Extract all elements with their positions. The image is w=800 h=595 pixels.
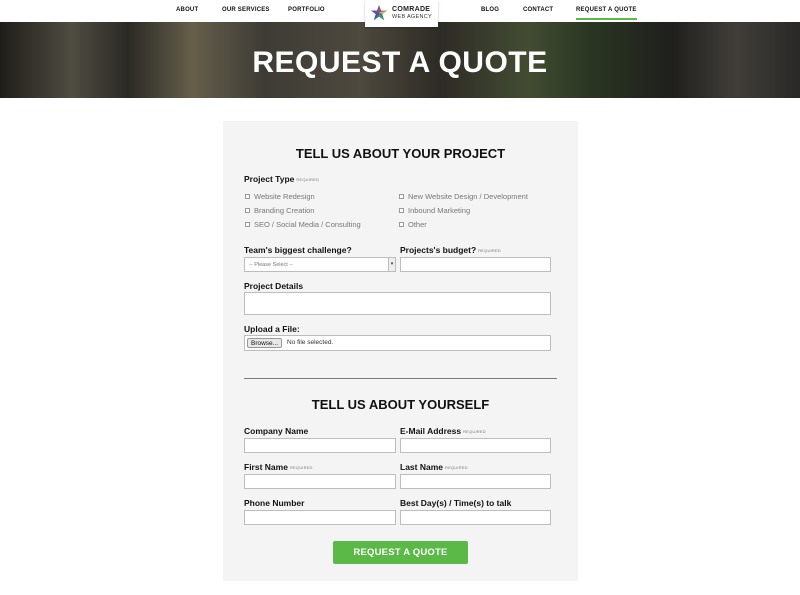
challenge-selected-value: -- Please Select --	[249, 262, 294, 268]
last-name-label: Last Name REQUIRED	[400, 462, 468, 472]
nav-our-services[interactable]: OUR SERVICES	[222, 7, 270, 13]
first-name-label-text: First Name	[244, 462, 288, 472]
email-label-text: E-Mail Address	[400, 426, 462, 436]
email-label: E-Mail Address REQUIRED	[400, 426, 486, 436]
checkbox-label: Other	[408, 220, 427, 229]
nav-portfolio[interactable]: PORTFOLIO	[288, 7, 325, 13]
last-name-label-text: Last Name	[400, 462, 443, 472]
budget-label: Projects's budget? REQUIRED	[400, 245, 501, 255]
required-tag: REQUIRED	[445, 465, 468, 471]
checkbox-label: SEO / Social Media / Consulting	[254, 220, 361, 229]
section-divider	[244, 378, 557, 379]
checkbox-label: Branding Creation	[254, 206, 315, 215]
file-upload-field[interactable]: Browse... No file selected.	[244, 335, 551, 351]
last-name-input[interactable]	[400, 474, 551, 489]
star-logo-icon	[371, 5, 387, 21]
request-quote-button[interactable]: REQUEST A QUOTE	[333, 541, 468, 564]
file-status: No file selected.	[287, 339, 334, 346]
nav-about[interactable]: ABOUT	[176, 7, 198, 13]
budget-label-text: Projects's budget?	[400, 245, 477, 255]
dropdown-arrow-icon[interactable]: ▾	[388, 258, 395, 271]
project-details-label: Project Details	[244, 281, 304, 291]
quote-form: TELL US ABOUT YOUR PROJECT Project Type R…	[223, 121, 578, 581]
project-details-textarea[interactable]	[244, 292, 551, 315]
best-time-input[interactable]	[400, 510, 551, 525]
email-input[interactable]	[400, 438, 551, 453]
checkbox-box[interactable]	[245, 222, 250, 227]
phone-label: Phone Number	[244, 498, 305, 508]
nav-request-a-quote[interactable]: REQUEST A QUOTE	[576, 7, 637, 20]
required-tag: REQUIRED	[463, 429, 486, 435]
checkbox-other[interactable]: Other	[399, 220, 427, 229]
first-name-label: First Name REQUIRED	[244, 462, 313, 472]
budget-input[interactable]	[400, 257, 551, 272]
checkbox-website-redesign[interactable]: Website Redesign	[245, 192, 315, 201]
first-name-input[interactable]	[244, 474, 396, 489]
nav-blog[interactable]: BLOG	[481, 7, 499, 13]
checkbox-label: New Website Design / Development	[408, 192, 528, 201]
required-tag: REQUIRED	[478, 248, 501, 254]
checkbox-box[interactable]	[245, 208, 250, 213]
checkbox-new-website[interactable]: New Website Design / Development	[399, 192, 528, 201]
nav-contact[interactable]: CONTACT	[523, 7, 553, 13]
checkbox-box[interactable]	[399, 222, 404, 227]
logo[interactable]: COMRADE WEB AGENCY	[365, 0, 438, 27]
browse-button[interactable]: Browse...	[247, 338, 283, 348]
upload-label: Upload a File:	[244, 324, 300, 334]
required-tag: REQUIRED	[289, 465, 313, 471]
checkbox-box[interactable]	[245, 194, 250, 199]
required-tag: REQUIRED	[296, 177, 320, 183]
checkbox-inbound-marketing[interactable]: Inbound Marketing	[399, 206, 470, 215]
challenge-label: Team's biggest challenge?	[244, 245, 352, 255]
page-title: REQUEST A QUOTE	[252, 46, 548, 79]
hero-banner: REQUEST A QUOTE	[0, 22, 800, 98]
checkbox-branding[interactable]: Branding Creation	[245, 206, 314, 215]
checkbox-seo[interactable]: SEO / Social Media / Consulting	[245, 220, 361, 229]
best-time-label: Best Day(s) / Time(s) to talk	[400, 498, 512, 508]
project-type-label-text: Project Type	[244, 174, 295, 184]
checkbox-box[interactable]	[399, 208, 404, 213]
checkbox-box[interactable]	[399, 194, 404, 199]
checkbox-label: Inbound Marketing	[408, 206, 471, 215]
logo-name: COMRADE	[392, 6, 431, 13]
project-type-label: Project Type REQUIRED	[244, 174, 319, 184]
checkbox-label: Website Redesign	[254, 192, 315, 201]
company-label: Company Name	[244, 426, 309, 436]
about-section-title: TELL US ABOUT YOURSELF	[311, 397, 490, 412]
logo-tagline: WEB AGENCY	[392, 14, 432, 20]
company-input[interactable]	[244, 438, 396, 453]
project-section-title: TELL US ABOUT YOUR PROJECT	[295, 146, 506, 161]
challenge-select[interactable]: -- Please Select -- ▾	[244, 257, 396, 272]
phone-input[interactable]	[244, 510, 396, 525]
